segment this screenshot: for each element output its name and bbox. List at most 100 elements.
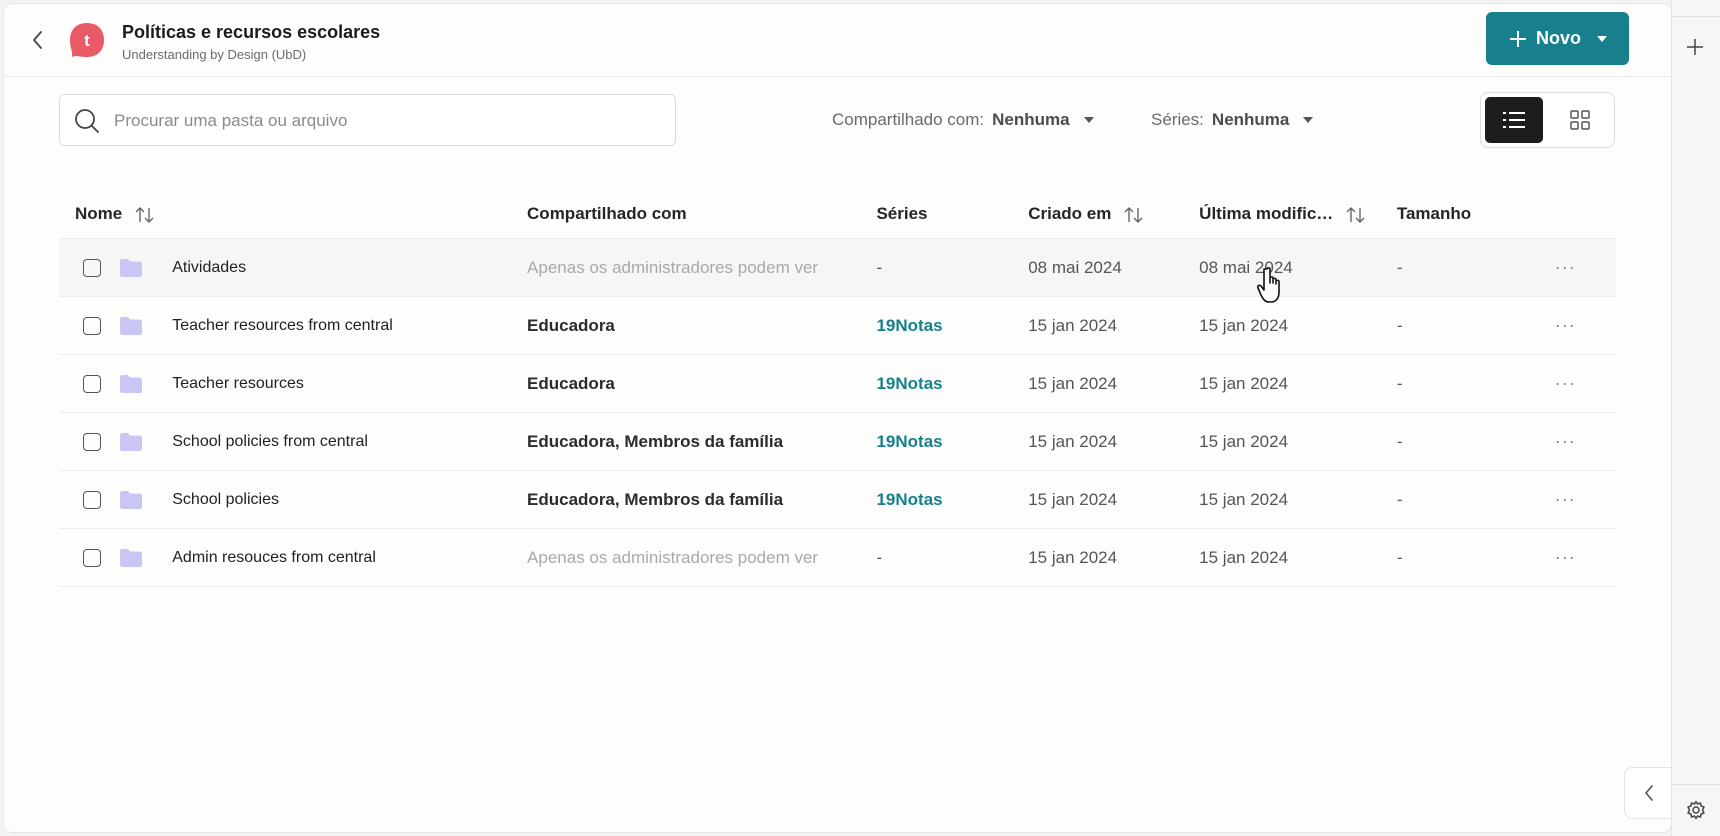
collapse-panel-button[interactable] bbox=[1624, 767, 1671, 819]
column-header-name[interactable]: Nome bbox=[59, 190, 528, 239]
grid-icon bbox=[1570, 110, 1590, 130]
sort-icon bbox=[1124, 206, 1143, 223]
row-name[interactable]: Atividades bbox=[172, 238, 528, 297]
app-window: t Políticas e recursos escolares Underst… bbox=[4, 4, 1671, 832]
page-header: t Políticas e recursos escolares Underst… bbox=[4, 4, 1671, 77]
row-checkbox[interactable] bbox=[83, 490, 101, 509]
more-options-icon[interactable]: ··· bbox=[1555, 547, 1576, 567]
chevron-left-icon bbox=[1645, 785, 1653, 801]
back-button[interactable] bbox=[26, 28, 50, 52]
app-logo: t bbox=[68, 21, 106, 59]
folder-cell bbox=[118, 238, 173, 297]
shared-with-filter[interactable]: Compartilhado com: Nenhuma bbox=[832, 110, 1094, 130]
column-header-name-label: Nome bbox=[75, 204, 123, 223]
plus-icon[interactable] bbox=[1686, 38, 1704, 56]
view-toggle bbox=[1480, 92, 1615, 148]
caret-down-icon bbox=[1083, 117, 1094, 123]
more-options-icon[interactable]: ··· bbox=[1555, 431, 1576, 451]
row-checkbox-cell bbox=[59, 354, 119, 413]
row-name[interactable]: School policies bbox=[172, 470, 528, 529]
list-view-button[interactable] bbox=[1485, 97, 1543, 143]
table-row[interactable]: School policies Educadora, Membros da fa… bbox=[59, 470, 1616, 529]
row-checkbox-cell bbox=[59, 238, 119, 297]
page-subtitle: Understanding by Design (UbD) bbox=[122, 47, 307, 62]
row-modified: 15 jan 2024 bbox=[1199, 354, 1397, 413]
row-series[interactable]: 19Notas bbox=[876, 354, 1029, 413]
gear-icon[interactable] bbox=[1686, 800, 1706, 820]
table-row[interactable]: Teacher resources Educadora 19Notas 15 j… bbox=[59, 354, 1616, 413]
folder-icon bbox=[119, 432, 142, 451]
folder-icon bbox=[119, 258, 142, 277]
row-actions-cell: ··· bbox=[1514, 412, 1616, 471]
row-modified: 15 jan 2024 bbox=[1199, 528, 1397, 587]
caret-down-icon bbox=[1597, 35, 1607, 42]
row-series: - bbox=[876, 238, 1029, 297]
row-size: - bbox=[1396, 238, 1515, 297]
new-button[interactable]: Novo bbox=[1486, 12, 1629, 65]
row-shared-with: Educadora, Membros da família bbox=[527, 470, 877, 529]
row-created: 15 jan 2024 bbox=[1028, 470, 1200, 529]
row-checkbox[interactable] bbox=[83, 548, 101, 567]
row-series[interactable]: 19Notas bbox=[876, 412, 1029, 471]
row-checkbox[interactable] bbox=[83, 374, 101, 393]
row-series: - bbox=[876, 528, 1029, 587]
row-name[interactable]: Teacher resources from central bbox=[172, 296, 528, 355]
row-size: - bbox=[1396, 470, 1515, 529]
row-checkbox[interactable] bbox=[83, 432, 101, 451]
page-title: Políticas e recursos escolares bbox=[122, 22, 381, 42]
list-icon bbox=[1503, 112, 1525, 128]
row-created: 08 mai 2024 bbox=[1028, 238, 1200, 297]
column-header-shared: Compartilhado com bbox=[527, 190, 877, 239]
folder-cell bbox=[118, 412, 173, 471]
row-size: - bbox=[1396, 528, 1515, 587]
row-checkbox-cell bbox=[59, 412, 119, 471]
folder-cell bbox=[118, 296, 173, 355]
search-input[interactable] bbox=[112, 107, 656, 135]
table-row[interactable]: Atividades Apenas os administradores pod… bbox=[59, 238, 1616, 297]
hand-cursor-icon bbox=[1256, 267, 1280, 303]
row-name[interactable]: School policies from central bbox=[172, 412, 528, 471]
logo-letter: t bbox=[84, 31, 90, 50]
shared-filter-value: Nenhuma bbox=[992, 110, 1070, 129]
row-checkbox[interactable] bbox=[83, 258, 101, 277]
rail-divider bbox=[1672, 16, 1720, 17]
row-created: 15 jan 2024 bbox=[1028, 528, 1200, 587]
more-options-icon[interactable]: ··· bbox=[1555, 373, 1576, 393]
folder-cell bbox=[118, 528, 173, 587]
row-name[interactable]: Teacher resources bbox=[172, 354, 528, 413]
table-row[interactable]: Teacher resources from central Educadora… bbox=[59, 296, 1616, 355]
row-modified: 15 jan 2024 bbox=[1199, 470, 1397, 529]
row-actions-cell: ··· bbox=[1514, 296, 1616, 355]
row-created: 15 jan 2024 bbox=[1028, 354, 1200, 413]
row-shared-with: Apenas os administradores podem ver bbox=[527, 528, 877, 587]
more-options-icon[interactable]: ··· bbox=[1555, 489, 1576, 509]
row-modified: 15 jan 2024 bbox=[1199, 412, 1397, 471]
table-header-row: Nome Compartilhado com Séries Criado em … bbox=[59, 190, 1616, 239]
plus-icon bbox=[1510, 30, 1526, 47]
series-filter[interactable]: Séries: Nenhuma bbox=[1151, 110, 1314, 130]
column-header-created[interactable]: Criado em bbox=[1028, 190, 1200, 239]
row-name[interactable]: Admin resouces from central bbox=[172, 528, 528, 587]
row-checkbox[interactable] bbox=[83, 316, 101, 335]
column-header-size: Tamanho bbox=[1396, 190, 1515, 239]
row-created: 15 jan 2024 bbox=[1028, 296, 1200, 355]
row-series[interactable]: 19Notas bbox=[876, 296, 1029, 355]
row-actions-cell: ··· bbox=[1514, 238, 1616, 297]
series-filter-label: Séries: bbox=[1151, 110, 1204, 129]
row-shared-with: Educadora bbox=[527, 354, 877, 413]
column-header-modified[interactable]: Última modific… bbox=[1199, 190, 1397, 239]
column-header-created-label: Criado em bbox=[1028, 204, 1112, 223]
folder-icon bbox=[119, 316, 142, 335]
table-row[interactable]: School policies from central Educadora, … bbox=[59, 412, 1616, 471]
more-options-icon[interactable]: ··· bbox=[1555, 315, 1576, 335]
table-row[interactable]: Admin resouces from central Apenas os ad… bbox=[59, 528, 1616, 587]
shared-filter-label: Compartilhado com: bbox=[832, 110, 985, 129]
rail-divider bbox=[1672, 784, 1720, 785]
search-box[interactable] bbox=[59, 94, 676, 146]
row-series[interactable]: 19Notas bbox=[876, 470, 1029, 529]
title-block: Políticas e recursos escolares Understan… bbox=[122, 22, 380, 62]
more-options-icon[interactable]: ··· bbox=[1555, 257, 1576, 277]
row-modified: 15 jan 2024 bbox=[1199, 296, 1397, 355]
column-header-actions bbox=[1514, 190, 1616, 239]
grid-view-button[interactable] bbox=[1551, 97, 1609, 143]
